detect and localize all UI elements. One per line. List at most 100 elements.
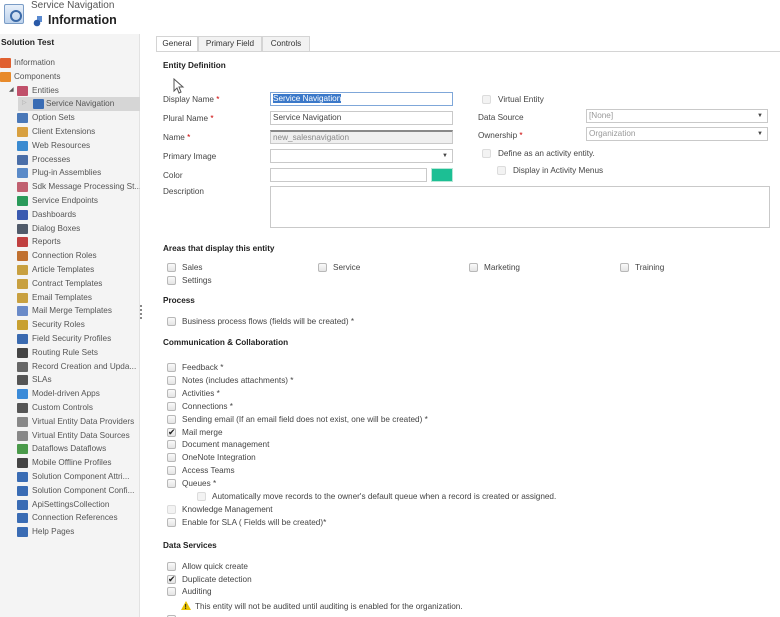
sidebar-item-apisettingscollection[interactable]: ApiSettingsCollection bbox=[0, 498, 140, 512]
display-name-input[interactable]: Service Navigation bbox=[270, 92, 453, 106]
option-checkbox[interactable] bbox=[167, 562, 176, 571]
sidebar-item-label: Mail Merge Templates bbox=[32, 306, 112, 316]
sidebar-item-option-sets[interactable]: Option Sets bbox=[0, 111, 140, 125]
area-sales-checkbox[interactable] bbox=[167, 263, 176, 272]
option-checkbox[interactable] bbox=[167, 587, 176, 597]
sidebar-item-service-endpoints[interactable]: Service Endpoints bbox=[0, 194, 140, 208]
color-swatch[interactable] bbox=[431, 168, 453, 182]
sidebar-item-model-driven-apps[interactable]: Model-driven Apps bbox=[0, 387, 140, 401]
sidebar-item-web-resources[interactable]: Web Resources bbox=[0, 139, 140, 153]
sidebar-item-solution-component-attri[interactable]: Solution Component Attri... bbox=[0, 470, 140, 484]
sidebar-item-label: Model-driven Apps bbox=[32, 389, 100, 399]
sidebar-item-virtual-entity-data-sources[interactable]: Virtual Entity Data Sources bbox=[0, 429, 140, 443]
sidebar-item-information[interactable]: Information bbox=[0, 56, 140, 70]
area-training-checkbox[interactable] bbox=[620, 263, 629, 272]
tab-controls[interactable]: Controls bbox=[262, 36, 310, 51]
primary-image-select[interactable]: ▼ bbox=[270, 149, 453, 163]
virtual-entity-checkbox[interactable] bbox=[482, 95, 491, 104]
mobile-offline-profiles-icon bbox=[17, 458, 28, 469]
option-checkbox[interactable] bbox=[167, 363, 176, 372]
tab-primary-field[interactable]: Primary Field bbox=[198, 36, 262, 51]
option-checkbox[interactable] bbox=[167, 517, 176, 527]
sidebar-item-label: Information bbox=[14, 58, 55, 67]
sidebar-item-mail-merge-templates[interactable]: Mail Merge Templates bbox=[0, 304, 140, 318]
sidebar-item-help-pages[interactable]: Help Pages bbox=[0, 525, 140, 539]
contract-templates-icon bbox=[17, 278, 28, 289]
tab-divider bbox=[156, 51, 780, 52]
description-textarea[interactable] bbox=[270, 186, 770, 228]
client-extensions-icon bbox=[17, 126, 28, 137]
security-roles-icon bbox=[17, 320, 28, 331]
entities-icon bbox=[17, 85, 28, 96]
sidebar-item-virtual-entity-data-providers[interactable]: Virtual Entity Data Providers bbox=[0, 415, 140, 429]
dropdown-arrow-icon: ▼ bbox=[757, 131, 763, 137]
area-service-checkbox[interactable] bbox=[318, 263, 327, 272]
option-sets-icon bbox=[17, 113, 28, 124]
email-templates-icon bbox=[17, 292, 28, 303]
activity-entity-checkbox[interactable] bbox=[482, 149, 491, 158]
sidebar-item-components[interactable]: Components bbox=[0, 70, 140, 84]
option-checkbox[interactable] bbox=[167, 375, 176, 385]
sidebar-item-contract-templates[interactable]: Contract Templates bbox=[0, 277, 140, 291]
record-creation-icon bbox=[17, 361, 28, 372]
sidebar-item-label: Client Extensions bbox=[32, 126, 96, 136]
sidebar-item-label: Custom Controls bbox=[32, 402, 93, 412]
plural-name-input[interactable]: Service Navigation bbox=[270, 111, 453, 125]
option-checkbox[interactable] bbox=[167, 388, 176, 398]
plugin-assemblies-icon bbox=[17, 168, 28, 179]
option-checkbox[interactable] bbox=[167, 401, 176, 411]
sidebar-item-label: ApiSettingsCollection bbox=[32, 499, 110, 509]
area-marketing-checkbox[interactable] bbox=[469, 263, 478, 272]
web-resources-icon bbox=[17, 140, 28, 151]
business-process-flows-checkbox[interactable] bbox=[167, 317, 176, 326]
model-driven-apps-icon bbox=[17, 389, 28, 400]
color-label: Color bbox=[163, 171, 183, 180]
dashboards-icon bbox=[17, 209, 28, 220]
sidebar-item-client-extensions[interactable]: Client Extensions bbox=[0, 125, 140, 139]
area-settings-checkbox[interactable] bbox=[167, 276, 176, 285]
option-checkbox[interactable] bbox=[167, 453, 176, 463]
sidebar-item-security-roles[interactable]: Security Roles bbox=[0, 318, 140, 332]
sidebar-item-mobile-offline-profiles[interactable]: Mobile Offline Profiles bbox=[0, 456, 140, 470]
sidebar-item-custom-controls[interactable]: Custom Controls bbox=[0, 401, 140, 415]
entity-icon bbox=[17, 499, 28, 510]
option-checkbox[interactable] bbox=[167, 426, 176, 438]
sidebar-item-label: Web Resources bbox=[32, 140, 91, 150]
page-title: Information bbox=[48, 13, 117, 27]
sidebar-item-entities[interactable]: ◢ Entities bbox=[0, 84, 140, 98]
sidebar-item-dialog-boxes[interactable]: Dialog Boxes bbox=[0, 222, 140, 236]
sidebar-item-record-creation-and-upda[interactable]: Record Creation and Upda... bbox=[0, 360, 140, 374]
option-checkbox[interactable] bbox=[197, 492, 206, 501]
sidebar-item-label: Virtual Entity Data Providers bbox=[32, 416, 135, 426]
sidebar-item-solution-component-confi[interactable]: Solution Component Confi... bbox=[0, 484, 140, 498]
sidebar-item-label: Option Sets bbox=[32, 113, 75, 123]
activity-menus-checkbox[interactable] bbox=[497, 166, 506, 175]
option-checkbox[interactable] bbox=[167, 414, 176, 424]
ownership-select[interactable]: Organization ▼ bbox=[586, 127, 768, 141]
option-checkbox[interactable] bbox=[167, 440, 176, 450]
sidebar-item-plug-in-assemblies[interactable]: Plug-in Assemblies bbox=[0, 166, 140, 180]
sidebar-item-connection-references[interactable]: Connection References bbox=[0, 511, 140, 525]
sidebar-item-reports[interactable]: Reports bbox=[0, 235, 140, 249]
sidebar-item-email-templates[interactable]: Email Templates bbox=[0, 291, 140, 305]
data-source-select[interactable]: [None] ▼ bbox=[586, 109, 768, 123]
option-checkbox[interactable] bbox=[167, 466, 176, 476]
sidebar-item-connection-roles[interactable]: Connection Roles bbox=[0, 249, 140, 263]
sidebar-item-field-security-profiles[interactable]: Field Security Profiles bbox=[0, 332, 140, 346]
sidebar-item-slas[interactable]: SLAs bbox=[0, 373, 140, 387]
collapse-icon[interactable]: ◢ bbox=[9, 84, 14, 98]
sidebar-item-service-navigation[interactable]: ▷ Service Navigation bbox=[18, 97, 140, 112]
sidebar-item-dataflows-dataflows[interactable]: Dataflows Dataflows bbox=[0, 442, 140, 456]
sidebar-item-article-templates[interactable]: Article Templates bbox=[0, 263, 140, 277]
option-checkbox[interactable] bbox=[167, 573, 176, 585]
sidebar-item-sdk-message-processing-st[interactable]: Sdk Message Processing St... bbox=[0, 180, 140, 194]
sidebar-item-processes[interactable]: Processes bbox=[0, 153, 140, 167]
option-checkbox[interactable] bbox=[167, 504, 176, 514]
tab-general[interactable]: General bbox=[156, 36, 198, 52]
sidebar-resize-handle[interactable] bbox=[140, 305, 143, 319]
option-checkbox[interactable] bbox=[167, 479, 176, 489]
expand-icon[interactable]: ▷ bbox=[22, 97, 27, 111]
color-input[interactable] bbox=[270, 168, 427, 182]
sidebar-item-routing-rule-sets[interactable]: Routing Rule Sets bbox=[0, 346, 140, 360]
sidebar-item-dashboards[interactable]: Dashboards bbox=[0, 208, 140, 222]
